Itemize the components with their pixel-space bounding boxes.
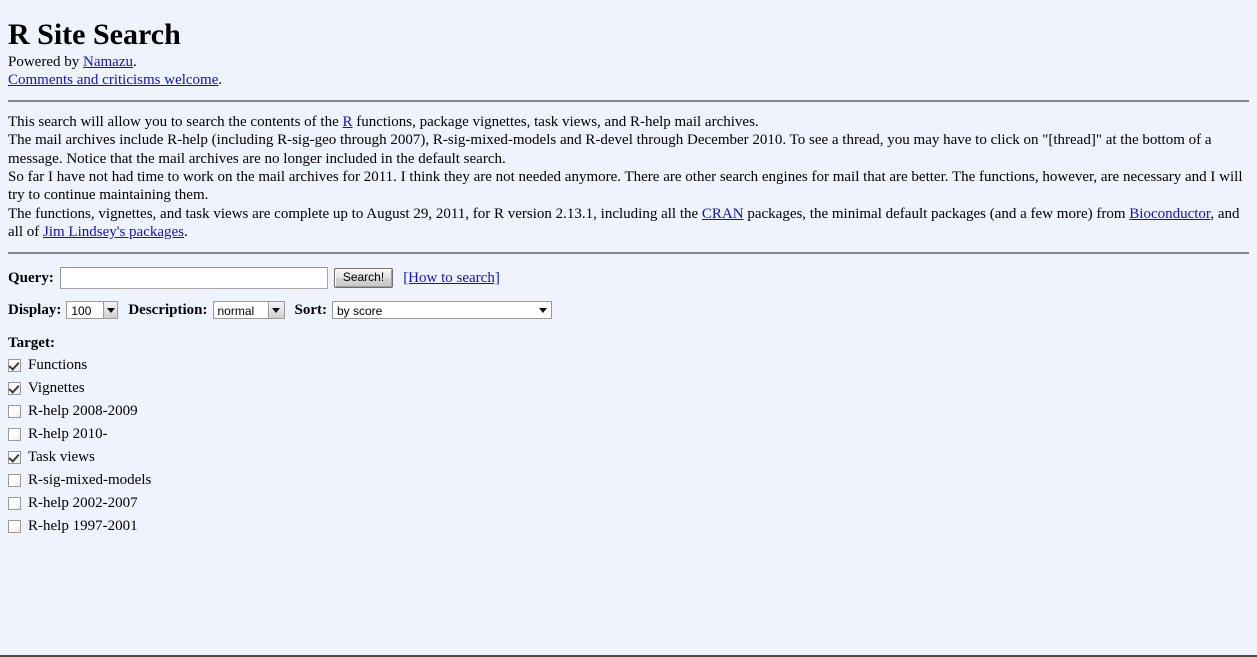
target-checkbox-row[interactable]: Vignettes [8, 377, 1249, 400]
description-label: Description: [128, 301, 208, 318]
intro-p4-text-d: . [184, 223, 188, 240]
checkbox-unchecked-icon[interactable] [8, 520, 21, 534]
query-row: Query: Search! [How to search] [8, 267, 1249, 290]
options-row: Display: 100 Description: normal Sort: b… [8, 301, 1249, 320]
page-container: R Site Search Powered by Namazu. Comment… [0, 18, 1257, 538]
powered-by-suffix: . [132, 53, 137, 70]
search-form: Query: Search! [How to search] Display: … [8, 267, 1249, 538]
intro-paragraph-1: This search will allow you to search the… [8, 113, 1249, 131]
intro-paragraph-2: The mail archives include R-help (includ… [8, 132, 1212, 167]
search-button[interactable]: Search! [333, 268, 394, 288]
intro-paragraph-4: The functions, vignettes, and task views… [8, 205, 1249, 242]
description-value: normal [213, 302, 269, 319]
divider-bottom [8, 252, 1249, 255]
comments-link[interactable]: Comments and criticisms welcome [8, 72, 218, 88]
powered-by-prefix: Powered by [8, 53, 83, 70]
display-count-value: 100 [67, 302, 103, 319]
description-select[interactable]: normal [212, 301, 285, 320]
checkbox-unchecked-icon[interactable] [8, 405, 21, 419]
target-title: Target: [8, 335, 55, 352]
checkbox-unchecked-icon[interactable] [8, 428, 21, 442]
namazu-link[interactable]: Namazu [83, 54, 133, 70]
chevron-down-icon [268, 302, 284, 319]
comments-suffix: . [218, 71, 223, 88]
target-checkbox-row[interactable]: R-help 2002-2007 [8, 492, 1249, 515]
bioconductor-link[interactable]: Bioconductor [1129, 206, 1210, 222]
checkbox-checked-icon[interactable] [8, 359, 21, 373]
display-count-select[interactable]: 100 [66, 301, 119, 320]
target-checkbox-row[interactable]: Functions [8, 354, 1249, 377]
sort-label: Sort: [294, 301, 328, 318]
chevron-down-icon [534, 302, 551, 319]
checkbox-unchecked-icon[interactable] [8, 497, 21, 511]
query-label: Query: [8, 269, 54, 286]
cran-link[interactable]: CRAN [702, 206, 744, 222]
display-label: Display: [8, 301, 62, 318]
target-checkbox-row[interactable]: R-sig-mixed-models [8, 469, 1249, 492]
page-title: R Site Search [8, 18, 181, 51]
divider-top [8, 100, 1249, 103]
checkbox-checked-icon[interactable] [8, 451, 21, 465]
intro-paragraph-3: So far I have not had time to work on th… [8, 168, 1243, 204]
r-link[interactable]: R [343, 114, 353, 130]
powered-by-line: Powered by Namazu. [8, 53, 1249, 71]
target-checkbox-row[interactable]: Task views [8, 446, 1249, 469]
intro-p1-text-a: This search will allow you to search the… [8, 114, 343, 131]
target-section: Target: Functions Vignettes R-help 2008-20… [8, 335, 1249, 538]
sort-select[interactable]: by score [332, 301, 552, 320]
target-checkbox-row[interactable]: R-help 1997-2001 [8, 515, 1249, 538]
target-checkbox-label: R-help 2008-2009 [28, 403, 138, 420]
target-checkbox-label: R-help 2010- [28, 426, 108, 443]
target-checkbox-row[interactable]: R-help 2008-2009 [8, 400, 1249, 423]
target-checkbox-list: Functions Vignettes R-help 2008-2009 R-help… [8, 354, 1249, 538]
how-to-search-link[interactable]: [How to search] [403, 270, 500, 287]
checkbox-unchecked-icon[interactable] [8, 474, 21, 488]
sort-value: by score [333, 302, 534, 319]
chevron-down-icon [102, 302, 118, 319]
checkbox-checked-icon[interactable] [8, 382, 21, 396]
comments-line: Comments and criticisms welcome. [8, 71, 1249, 89]
target-checkbox-label: R-sig-mixed-models [28, 472, 152, 489]
target-checkbox-row[interactable]: R-help 2010- [8, 423, 1249, 446]
target-checkbox-label: Task views [28, 449, 95, 466]
intro-p4-text-b: packages, the minimal default packages (… [743, 205, 1130, 222]
target-checkbox-label: Functions [28, 357, 88, 374]
target-checkbox-label: Vignettes [28, 380, 85, 397]
target-checkbox-label: R-help 2002-2007 [28, 495, 138, 512]
jim-lindsey-packages-link[interactable]: Jim Lindsey's packages [43, 224, 184, 240]
target-checkbox-label: R-help 1997-2001 [28, 518, 138, 535]
intro-p4-text-a: The functions, vignettes, and task views… [8, 205, 702, 222]
intro-p1-text-b: functions, package vignettes, task views… [352, 114, 759, 131]
search-input[interactable] [59, 267, 328, 290]
